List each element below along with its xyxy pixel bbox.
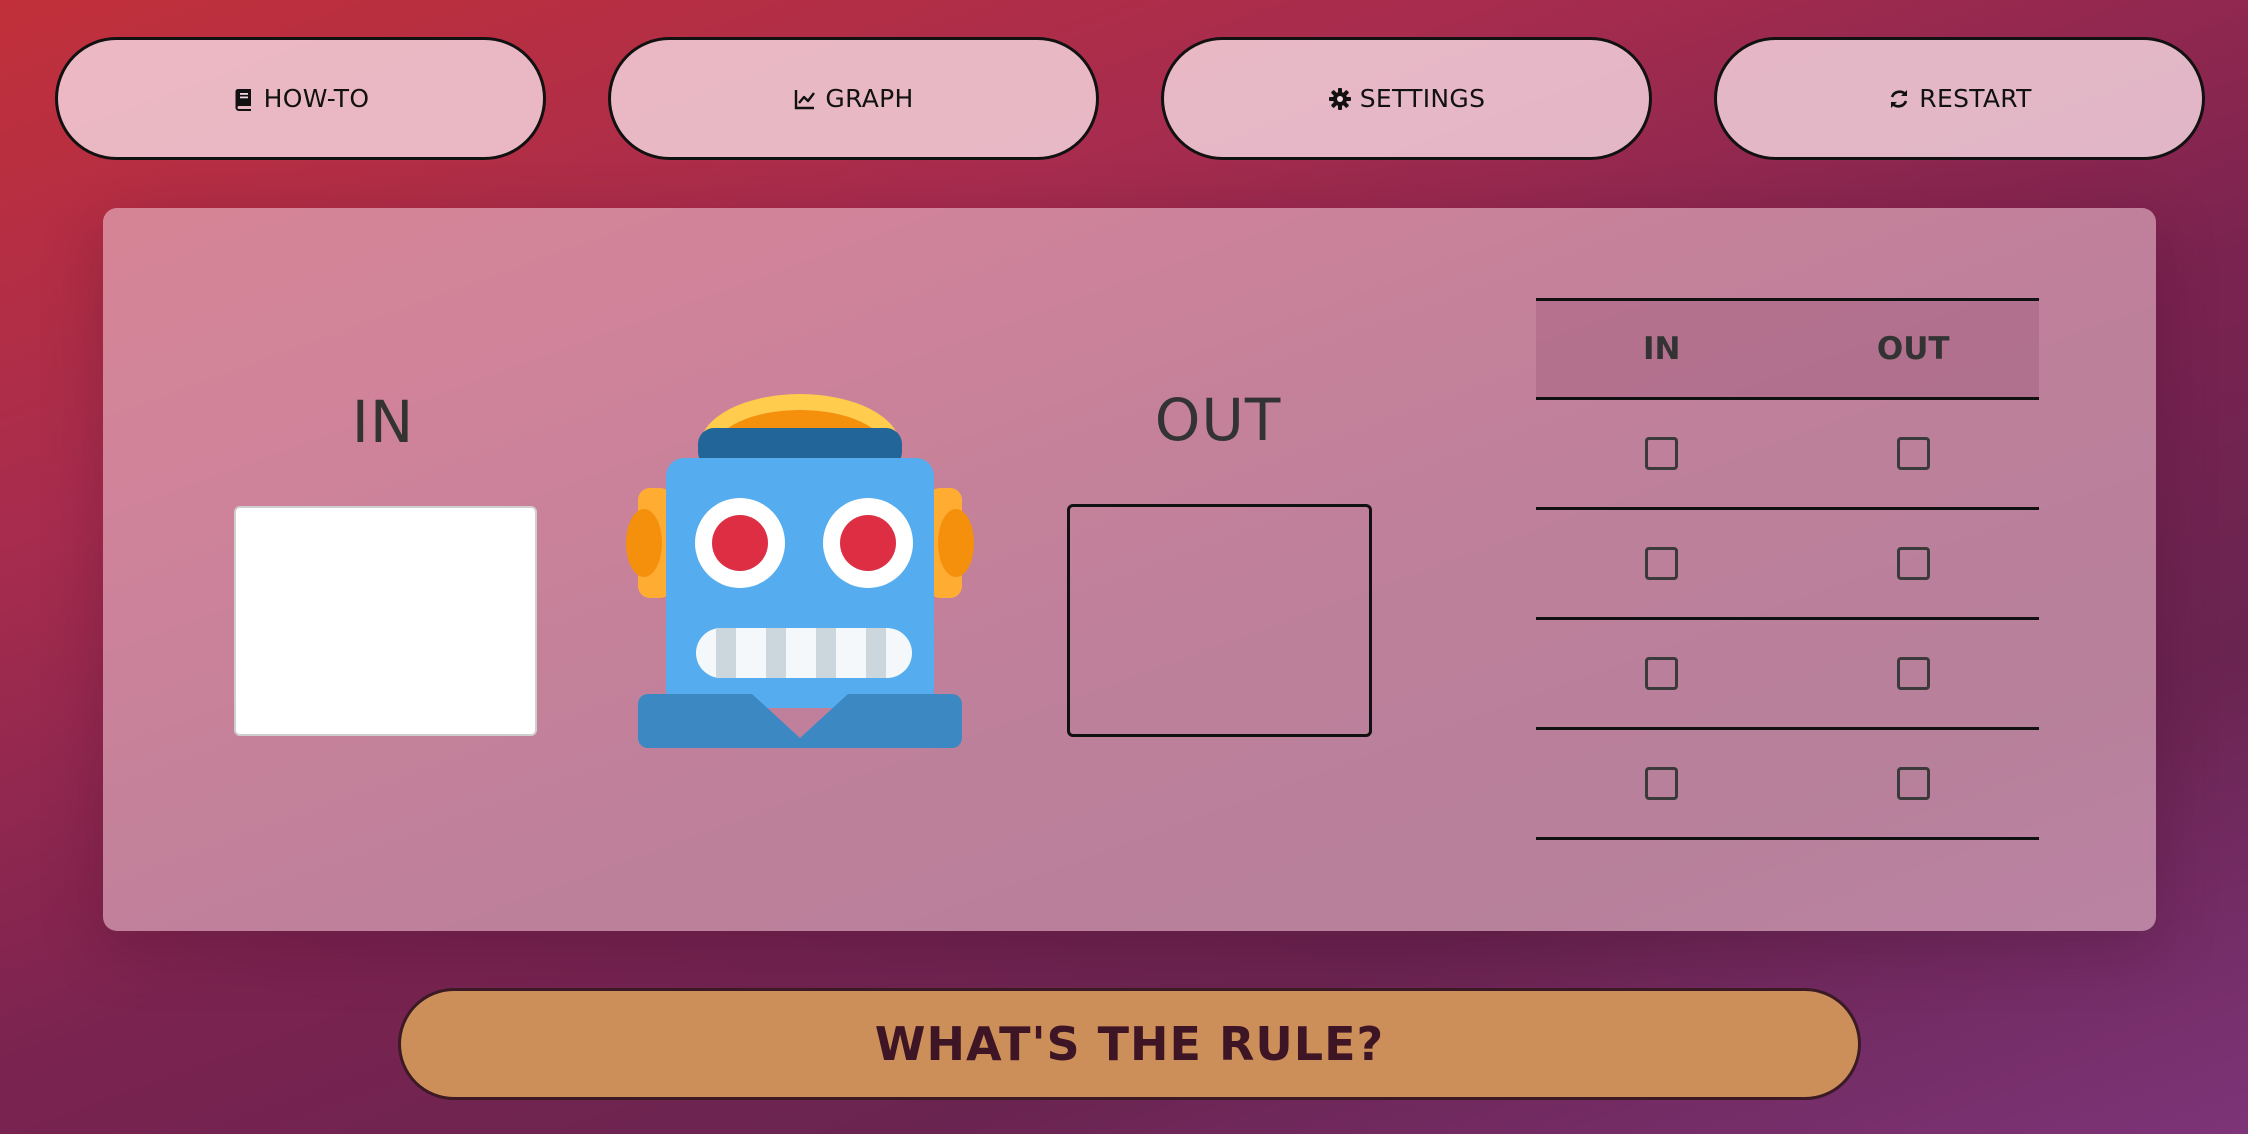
gear-icon xyxy=(1328,87,1352,111)
howto-button[interactable]: HOW-TO xyxy=(55,37,546,160)
row-3-in-checkbox[interactable] xyxy=(1645,657,1679,690)
graph-label: GRAPH xyxy=(825,84,914,113)
table-row xyxy=(1536,730,2039,840)
row-1-out-checkbox[interactable] xyxy=(1896,437,1930,470)
table-header: IN OUT xyxy=(1536,298,2039,400)
book-icon xyxy=(232,87,256,111)
settings-button[interactable]: SETTINGS xyxy=(1161,37,1652,160)
line-chart-icon xyxy=(793,87,817,111)
refresh-icon xyxy=(1887,87,1911,111)
out-label: OUT xyxy=(1154,386,1282,454)
graph-button[interactable]: GRAPH xyxy=(608,37,1099,160)
restart-label: RESTART xyxy=(1919,84,2032,113)
table-row xyxy=(1536,620,2039,730)
table-row xyxy=(1536,400,2039,510)
function-machine-panel: IN OUT IN OUT xyxy=(103,208,2156,931)
settings-label: SETTINGS xyxy=(1359,84,1486,113)
row-4-in-checkbox[interactable] xyxy=(1645,767,1679,800)
in-label: IN xyxy=(351,388,415,456)
row-2-in-checkbox[interactable] xyxy=(1645,547,1679,580)
header-in: IN xyxy=(1643,331,1681,367)
row-3-out-checkbox[interactable] xyxy=(1896,657,1930,690)
row-2-out-checkbox[interactable] xyxy=(1896,547,1930,580)
in-input-box[interactable] xyxy=(234,506,537,736)
toolbar: HOW-TO GRAPH SETTINGS RESTART xyxy=(55,37,2205,160)
restart-button[interactable]: RESTART xyxy=(1714,37,2205,160)
robot-icon xyxy=(618,388,982,748)
header-out: OUT xyxy=(1876,331,1950,367)
whats-the-rule-button[interactable]: WHAT'S THE RULE? xyxy=(398,988,1861,1100)
table-row xyxy=(1536,510,2039,620)
out-output-box xyxy=(1067,504,1372,737)
input-output-table: IN OUT xyxy=(1536,298,2039,840)
row-1-in-checkbox[interactable] xyxy=(1645,437,1679,470)
row-4-out-checkbox[interactable] xyxy=(1896,767,1930,800)
howto-label: HOW-TO xyxy=(263,84,370,113)
